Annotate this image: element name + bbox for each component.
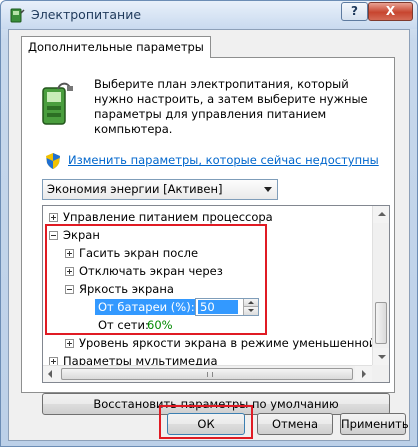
spin-up-icon[interactable]	[243, 299, 258, 307]
help-button[interactable]: ?	[341, 2, 368, 21]
window-title: Электропитание	[31, 7, 142, 22]
vertical-scrollbar[interactable]	[372, 206, 389, 365]
tab-advanced-settings[interactable]: Дополнительные параметры	[21, 36, 211, 58]
spin-down-icon[interactable]	[243, 307, 258, 315]
advanced-settings-panel: Выберите план электропитания, который ну…	[21, 57, 395, 415]
battery-plug-icon	[42, 82, 73, 125]
collapse-icon[interactable]	[65, 285, 74, 294]
tree-item-label: Гасить экран после	[79, 246, 199, 260]
power-plan-selected: Экономия энергии [Активен]	[47, 182, 223, 196]
expand-icon[interactable]	[49, 357, 58, 365]
expand-icon[interactable]	[65, 249, 74, 258]
scrollbar-corner	[372, 365, 389, 382]
scroll-left-icon[interactable]	[43, 366, 60, 382]
tree-item-label: Уровень яркости экрана в режиме уменьшен…	[79, 336, 372, 350]
uac-shield-icon	[46, 153, 60, 169]
cancel-button[interactable]: Отмена	[257, 413, 333, 435]
tree-item-label: Экран	[63, 228, 100, 242]
on-battery-label: От батареи (%):	[95, 299, 198, 315]
on-battery-spinbox[interactable]	[195, 298, 259, 316]
tree-item-label: Отключать экран через	[79, 264, 223, 278]
restore-defaults-button[interactable]: Восстановить параметры по умолчанию	[42, 393, 390, 415]
title-bar[interactable]: Электропитание ? X	[1, 1, 417, 29]
expand-icon[interactable]	[65, 267, 74, 276]
plugged-in-label: От сети:	[98, 318, 149, 332]
tree-item-label: Управление питанием процессора	[63, 210, 273, 224]
expand-icon[interactable]	[65, 339, 74, 348]
collapse-icon[interactable]	[49, 231, 58, 240]
tree-item-label: Параметры мультимедиа	[63, 354, 218, 365]
scroll-down-icon[interactable]	[373, 348, 389, 365]
chevron-down-icon	[264, 187, 272, 192]
tree-item-label: Яркость экрана	[79, 282, 174, 296]
settings-tree[interactable]: Управление питанием процессора Экран Гас…	[42, 205, 390, 383]
tree-item-on-battery[interactable]: От батареи (%):	[95, 298, 325, 316]
change-unavailable-settings-link[interactable]: Изменить параметры, которые сейчас недос…	[68, 153, 379, 167]
settings-tree-viewport: Управление питанием процессора Экран Гас…	[43, 206, 372, 365]
expand-icon[interactable]	[49, 213, 58, 222]
vertical-scroll-thumb[interactable]	[375, 302, 387, 344]
close-button[interactable]: X	[368, 2, 413, 21]
plugged-in-value: 60%	[147, 318, 173, 332]
scroll-up-icon[interactable]	[373, 206, 389, 223]
power-plan-dropdown[interactable]: Экономия энергии [Активен]	[42, 179, 278, 200]
instructions-text: Выберите план электропитания, который ну…	[94, 77, 368, 136]
apply-button[interactable]: Применить	[340, 413, 409, 435]
power-options-window: Электропитание ? X Дополнительные параме…	[0, 0, 418, 447]
horizontal-scrollbar[interactable]	[43, 365, 372, 382]
grip-icon	[207, 372, 213, 377]
power-plan-icon	[10, 8, 25, 23]
dialog-body: Дополнительные параметры Выберите план э…	[8, 29, 410, 441]
scroll-right-icon[interactable]	[355, 366, 372, 382]
ok-button[interactable]: ОК	[167, 413, 245, 435]
horizontal-scroll-thumb[interactable]	[61, 368, 353, 380]
on-battery-input[interactable]	[198, 300, 238, 314]
